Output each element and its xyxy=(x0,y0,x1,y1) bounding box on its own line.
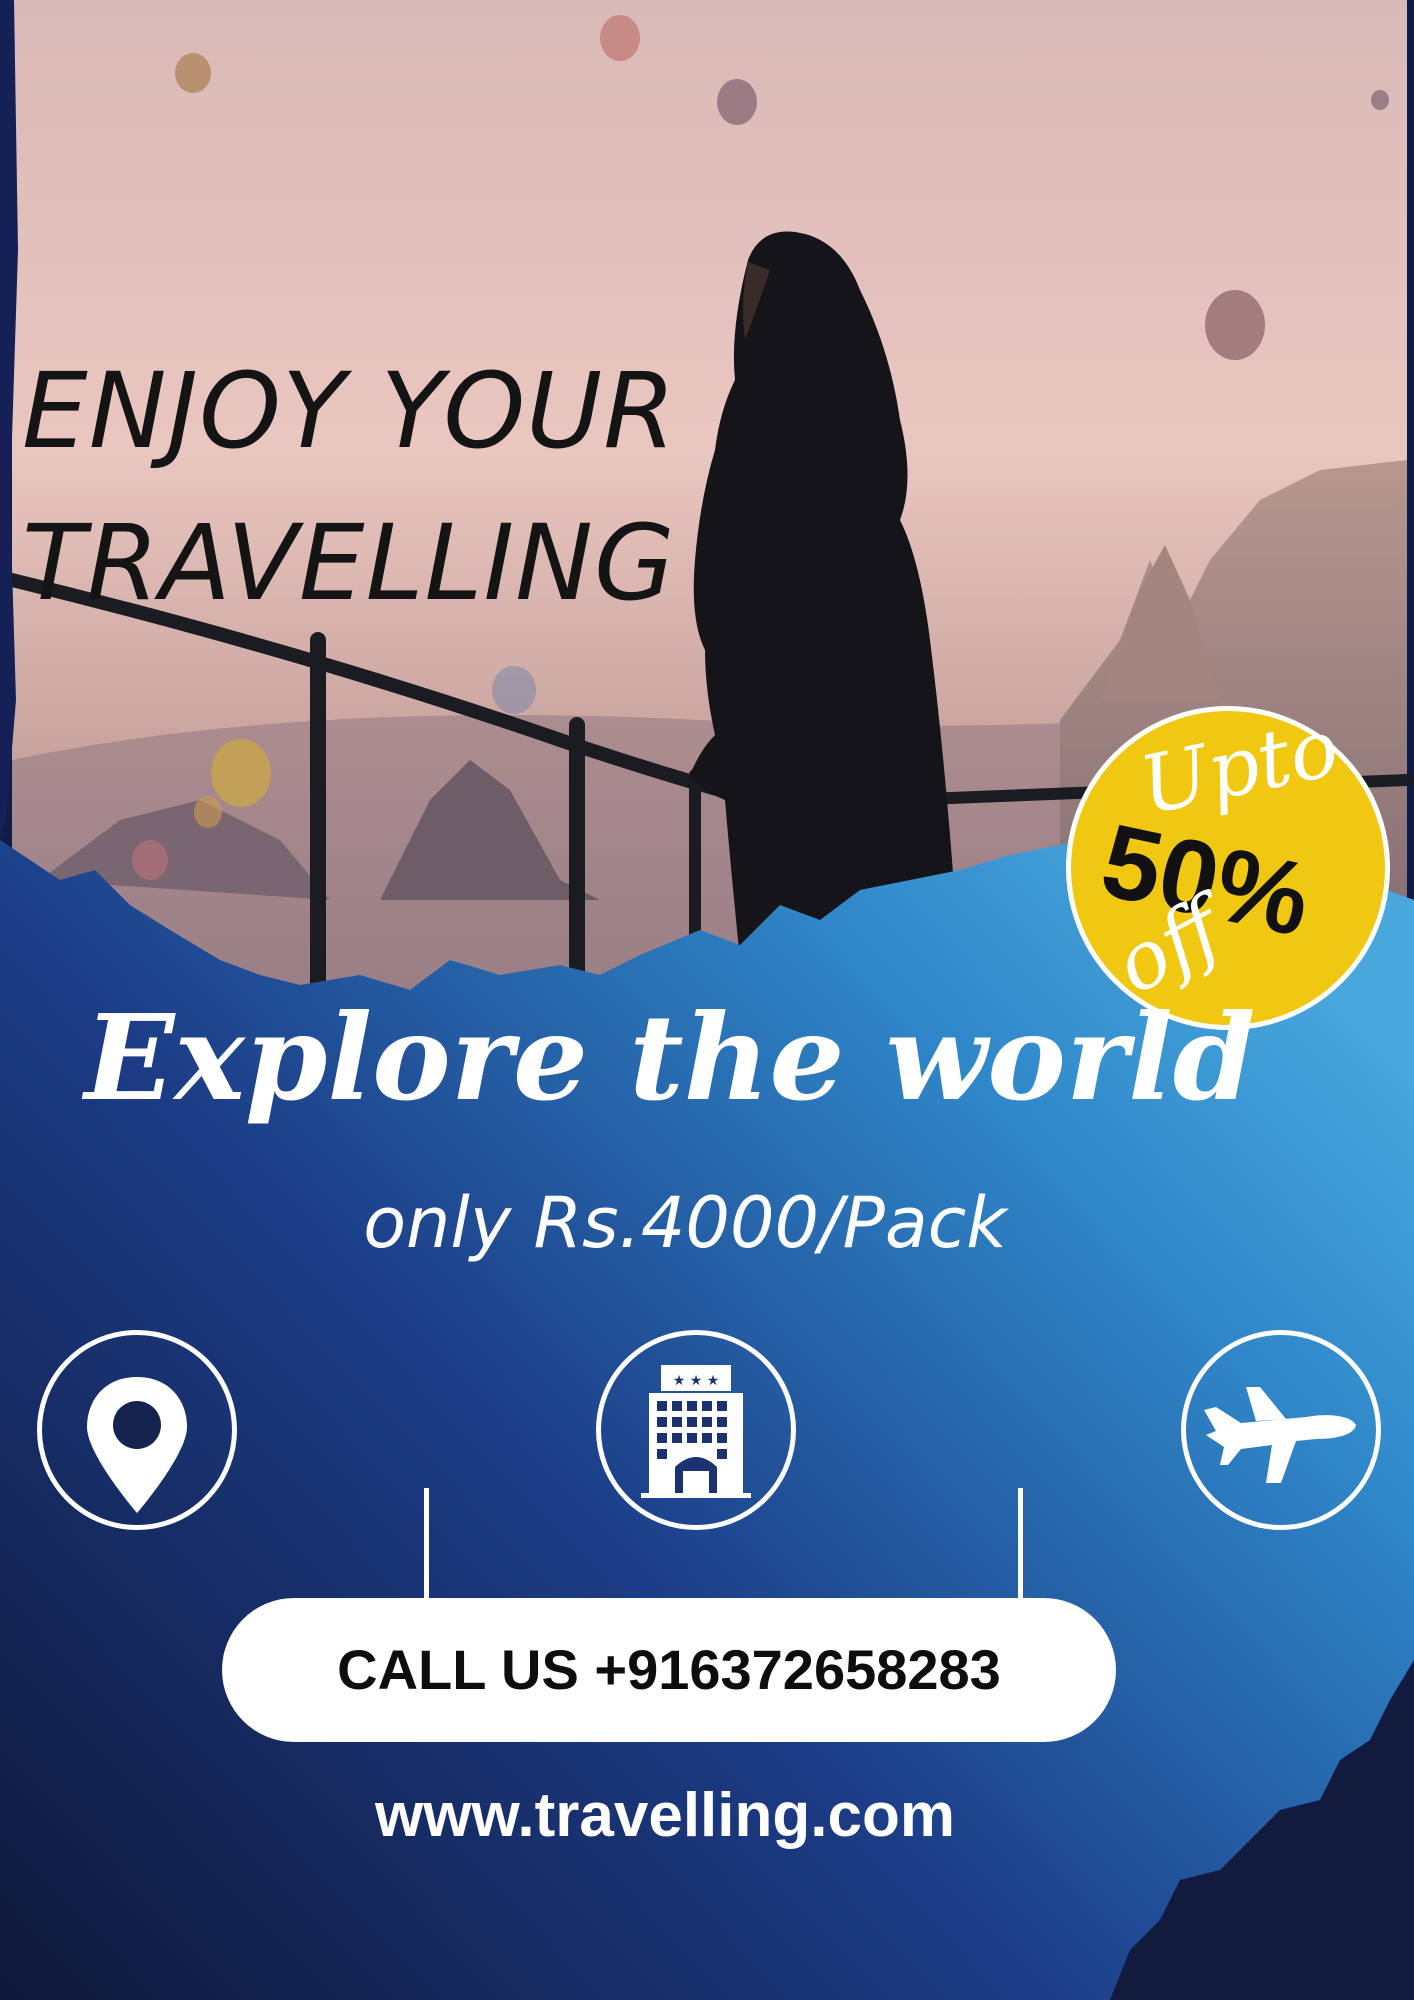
headline: ENJOY YOUR TRAVELLING xyxy=(22,335,702,639)
headline-line-1: ENJOY YOUR xyxy=(22,350,677,472)
connector-line-right xyxy=(1018,1488,1023,1598)
hotel-building-icon: ★ ★ ★ xyxy=(596,1330,796,1530)
svg-text:★ ★ ★: ★ ★ ★ xyxy=(673,1373,720,1389)
location-pin-icon xyxy=(37,1330,237,1530)
headline-line-2: TRAVELLING xyxy=(22,502,676,624)
call-us-text[interactable]: CALL US +916372658283 xyxy=(222,1598,1116,1742)
tagline: Explore the world xyxy=(84,988,1256,1127)
price-text: only Rs.4000/Pack xyxy=(363,1182,1007,1264)
website-url[interactable]: www.travelling.com xyxy=(0,1780,1330,1851)
airplane-icon xyxy=(1181,1330,1381,1530)
travel-poster: ENJOY YOUR TRAVELLING Upto 50% off Explo… xyxy=(0,0,1414,2000)
connector-line-left xyxy=(424,1488,429,1598)
